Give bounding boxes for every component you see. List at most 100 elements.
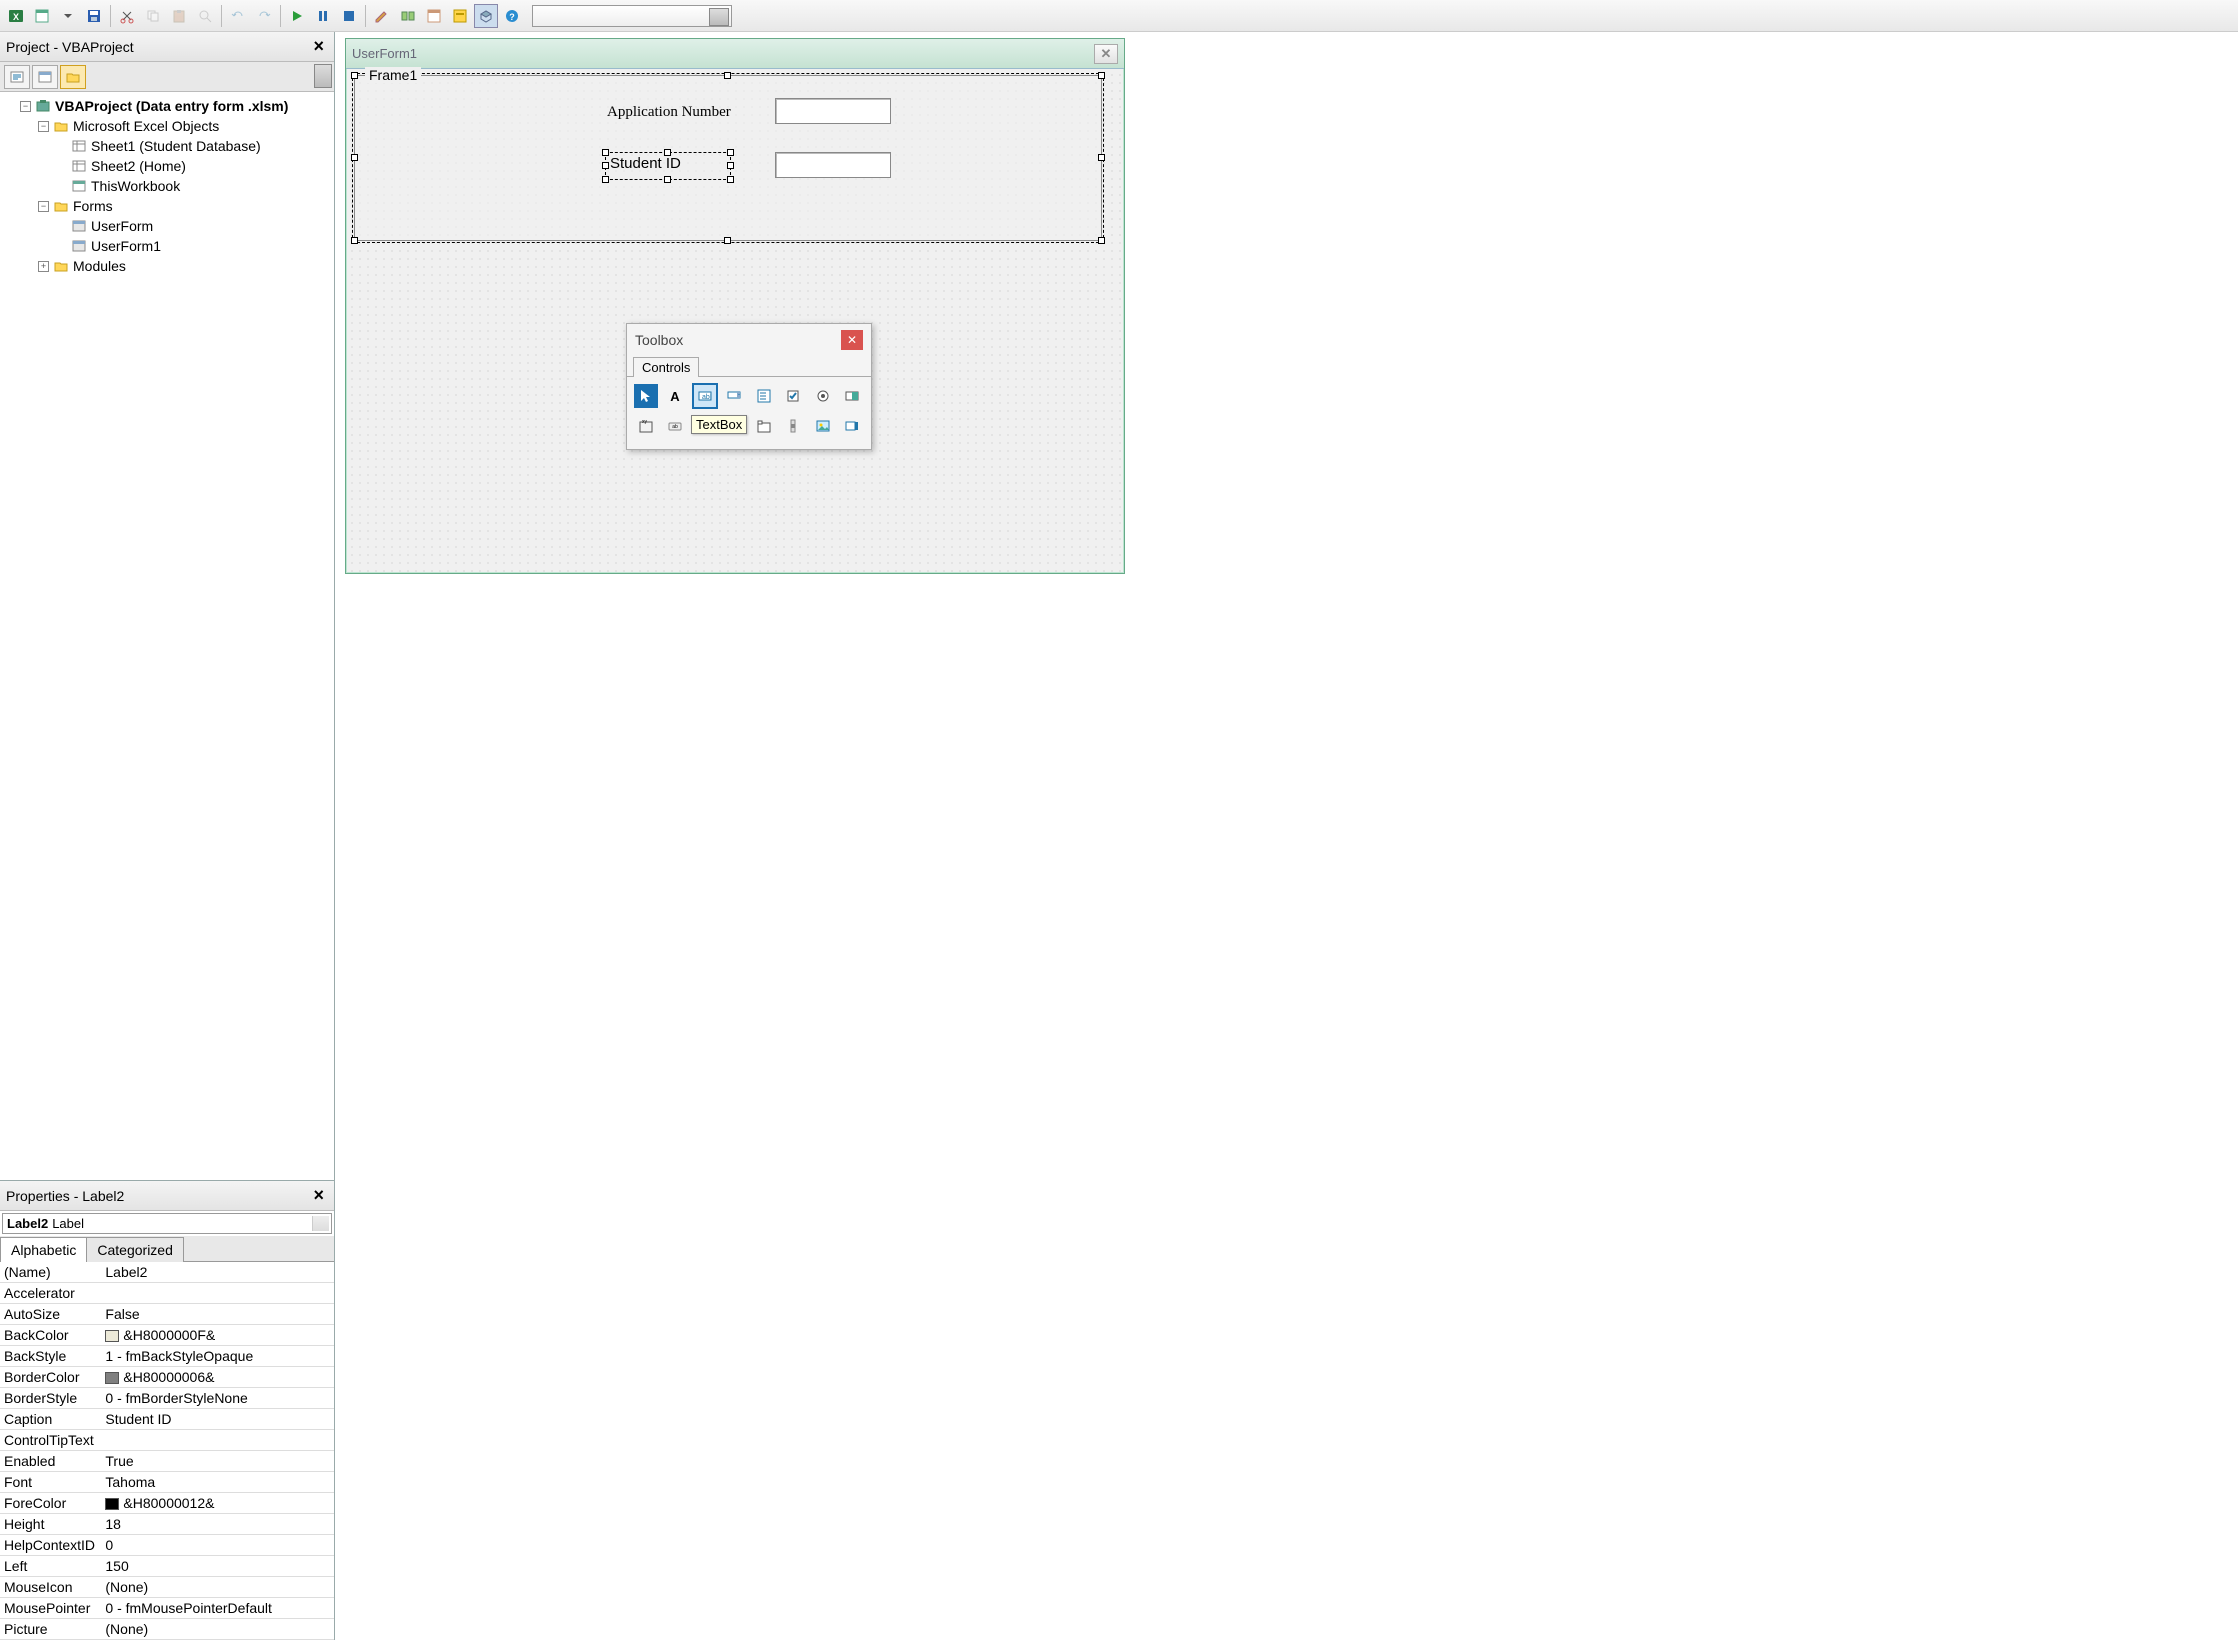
property-row[interactable]: BorderColor&H80000006& — [0, 1367, 334, 1388]
form-titlebar[interactable]: UserForm1 ✕ — [346, 39, 1124, 69]
project-toolbar-dropdown[interactable] — [314, 64, 332, 88]
tree-group[interactable]: −Microsoft Excel Objects — [38, 116, 332, 136]
commandbutton-tool-icon[interactable]: ab — [663, 413, 689, 439]
tree-item[interactable]: ThisWorkbook — [56, 176, 332, 196]
property-value[interactable]: 18 — [101, 1514, 334, 1535]
userform-window[interactable]: UserForm1 ✕ Frame1 Application Number St… — [345, 38, 1125, 574]
procedure-combo[interactable] — [532, 5, 732, 27]
object-browser-icon[interactable] — [396, 4, 420, 28]
run-icon[interactable] — [285, 4, 309, 28]
form-designer[interactable]: UserForm1 ✕ Frame1 Application Number St… — [343, 36, 2234, 1636]
property-value[interactable]: 1 - fmBackStyleOpaque — [101, 1346, 334, 1367]
property-row[interactable]: Picture(None) — [0, 1619, 334, 1640]
checkbox-tool-icon[interactable] — [781, 383, 807, 409]
property-value[interactable]: &H8000000F& — [101, 1325, 334, 1346]
tabstrip-tool-icon[interactable] — [751, 413, 777, 439]
frame-control[interactable]: Frame1 Application Number Student ID — [354, 75, 1102, 241]
design-mode-icon[interactable] — [370, 4, 394, 28]
refedit-tool-icon[interactable] — [839, 413, 865, 439]
tree-item[interactable]: UserForm — [56, 216, 332, 236]
pointer-icon[interactable] — [633, 383, 659, 409]
tree-group[interactable]: +Modules — [38, 256, 332, 276]
redo-icon[interactable] — [252, 4, 276, 28]
tree-item[interactable]: UserForm1 — [56, 236, 332, 256]
togglebutton-tool-icon[interactable] — [840, 383, 866, 409]
property-value[interactable]: &H80000006& — [101, 1367, 334, 1388]
close-icon[interactable]: × — [309, 36, 328, 57]
frame-tool-icon[interactable]: xy — [633, 413, 659, 439]
property-value[interactable]: 0 - fmMousePointerDefault — [101, 1598, 334, 1619]
undo-icon[interactable] — [226, 4, 250, 28]
tab-categorized[interactable]: Categorized — [86, 1237, 184, 1262]
properties-grid[interactable]: (Name)Label2AcceleratorAutoSizeFalseBack… — [0, 1262, 334, 1640]
save-icon[interactable] — [82, 4, 106, 28]
property-row[interactable]: HelpContextID0 — [0, 1535, 334, 1556]
property-value[interactable]: True — [101, 1451, 334, 1472]
property-row[interactable]: MousePointer0 - fmMousePointerDefault — [0, 1598, 334, 1619]
help-icon[interactable]: ? — [500, 4, 524, 28]
property-row[interactable]: BorderStyle0 - fmBorderStyleNone — [0, 1388, 334, 1409]
optionbutton-tool-icon[interactable] — [810, 383, 836, 409]
label-student-id[interactable]: Student ID — [605, 152, 731, 180]
collapse-icon[interactable]: − — [20, 101, 31, 112]
toggle-folders-icon[interactable] — [60, 65, 86, 89]
label-tool-icon[interactable]: A — [663, 383, 689, 409]
toolbox-titlebar[interactable]: Toolbox ✕ — [627, 324, 871, 356]
toolbox-window[interactable]: Toolbox ✕ Controls A ab| — [626, 323, 872, 450]
copy-icon[interactable] — [141, 4, 165, 28]
property-row[interactable]: Accelerator — [0, 1283, 334, 1304]
textbox-student-id[interactable] — [775, 152, 891, 178]
toolbox-icon[interactable] — [474, 4, 498, 28]
property-value[interactable]: 150 — [101, 1556, 334, 1577]
property-value[interactable]: (None) — [101, 1619, 334, 1640]
close-icon[interactable]: × — [309, 1185, 328, 1206]
property-row[interactable]: ControlTipText — [0, 1430, 334, 1451]
property-row[interactable]: EnabledTrue — [0, 1451, 334, 1472]
paste-icon[interactable] — [167, 4, 191, 28]
expand-icon[interactable]: + — [38, 261, 49, 272]
collapse-icon[interactable]: − — [38, 201, 49, 212]
tree-group[interactable]: −Forms — [38, 196, 332, 216]
cut-icon[interactable] — [115, 4, 139, 28]
properties-object-selector[interactable]: Label2 Label — [2, 1213, 332, 1234]
collapse-icon[interactable]: − — [38, 121, 49, 132]
find-icon[interactable] — [193, 4, 217, 28]
close-icon[interactable]: ✕ — [841, 330, 863, 350]
toolbox-tab-controls[interactable]: Controls — [633, 357, 699, 377]
tab-alphabetic[interactable]: Alphabetic — [0, 1237, 87, 1262]
view-icon[interactable] — [30, 4, 54, 28]
property-row[interactable]: Left150 — [0, 1556, 334, 1577]
property-row[interactable]: MouseIcon(None) — [0, 1577, 334, 1598]
property-row[interactable]: ForeColor&H80000012& — [0, 1493, 334, 1514]
property-value[interactable]: Label2 — [101, 1262, 334, 1283]
property-value[interactable]: Student ID — [101, 1409, 334, 1430]
dropdown-icon[interactable] — [56, 4, 80, 28]
property-value[interactable]: False — [101, 1304, 334, 1325]
close-icon[interactable]: ✕ — [1094, 44, 1118, 64]
properties-window-icon[interactable] — [448, 4, 472, 28]
project-window-icon[interactable] — [422, 4, 446, 28]
scrollbar-tool-icon[interactable] — [780, 413, 806, 439]
view-code-icon[interactable] — [4, 65, 30, 89]
view-object-icon[interactable] — [32, 65, 58, 89]
stop-icon[interactable] — [337, 4, 361, 28]
property-value[interactable]: 0 — [101, 1535, 334, 1556]
property-row[interactable]: (Name)Label2 — [0, 1262, 334, 1283]
property-value[interactable] — [101, 1283, 334, 1304]
property-value[interactable]: 0 - fmBorderStyleNone — [101, 1388, 334, 1409]
tree-item[interactable]: Sheet2 (Home) — [56, 156, 332, 176]
property-row[interactable]: Height18 — [0, 1514, 334, 1535]
textbox-application-number[interactable] — [775, 98, 891, 124]
combobox-tool-icon[interactable] — [722, 383, 748, 409]
tree-item[interactable]: Sheet1 (Student Database) — [56, 136, 332, 156]
textbox-tool-icon[interactable]: ab| — [692, 383, 718, 409]
property-row[interactable]: BackColor&H8000000F& — [0, 1325, 334, 1346]
image-tool-icon[interactable] — [810, 413, 836, 439]
property-value[interactable] — [101, 1430, 334, 1451]
property-row[interactable]: CaptionStudent ID — [0, 1409, 334, 1430]
listbox-tool-icon[interactable] — [751, 383, 777, 409]
tree-root[interactable]: − VBAProject (Data entry form .xlsm) — [20, 96, 332, 116]
property-row[interactable]: AutoSizeFalse — [0, 1304, 334, 1325]
pause-icon[interactable] — [311, 4, 335, 28]
property-value[interactable]: (None) — [101, 1577, 334, 1598]
